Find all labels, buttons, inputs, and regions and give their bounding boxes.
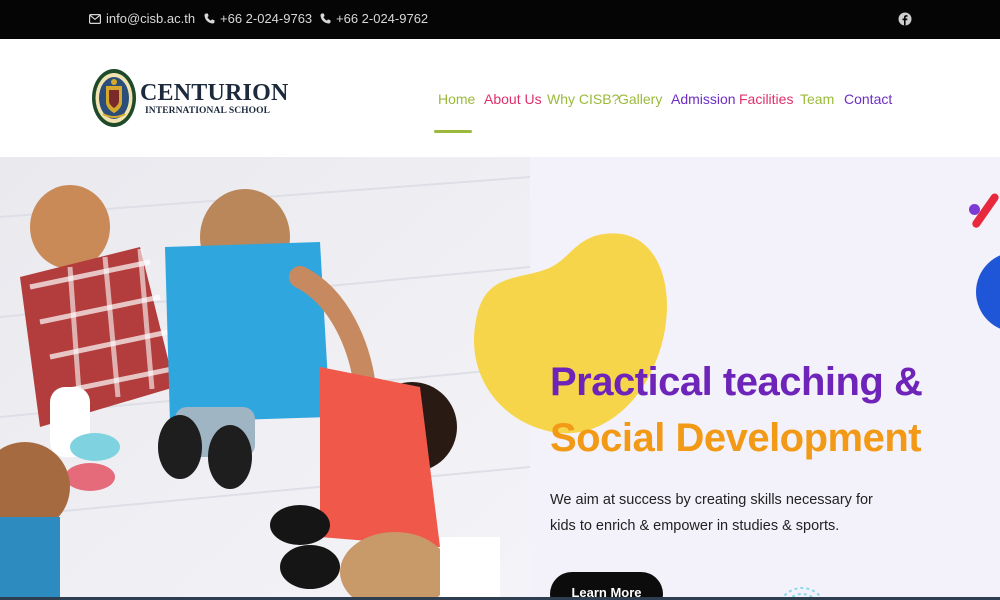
nav-team[interactable]: Team	[800, 91, 834, 107]
email-contact[interactable]: info@cisb.ac.th	[89, 11, 195, 26]
phone-icon	[320, 13, 331, 24]
phone-icon	[204, 13, 215, 24]
envelope-icon	[89, 13, 101, 24]
phone-contact-1[interactable]: +66 2-024-9763	[204, 11, 312, 26]
decorative-blob	[474, 233, 667, 434]
hero-description: We aim at success by creating skills nec…	[550, 492, 873, 534]
phone-text-1[interactable]: +66 2-024-9763	[220, 11, 312, 26]
nav-facilities[interactable]: Facilities	[739, 91, 793, 107]
decorative-half-circle	[976, 252, 1000, 332]
facebook-icon[interactable]	[898, 12, 912, 26]
phone-text-2[interactable]: +66 2-024-9762	[336, 11, 428, 26]
learn-more-button[interactable]: Learn More	[550, 572, 663, 600]
main-nav: Home About Us Why CISB? Gallery Admissio…	[0, 91, 1000, 111]
active-nav-indicator	[434, 130, 472, 133]
nav-gallery[interactable]: Gallery	[618, 91, 662, 107]
hero-children-photo	[0, 157, 530, 600]
nav-contact[interactable]: Contact	[844, 91, 892, 107]
nav-why-cisb[interactable]: Why CISB?	[547, 91, 619, 107]
hero-title-line-2: Social Development	[550, 416, 922, 460]
hero-section: Practical teaching & Social Development …	[0, 157, 1000, 600]
hero-title-line-1: Practical teaching &	[550, 360, 923, 404]
phone-contact-2[interactable]: +66 2-024-9762	[320, 11, 428, 26]
nav-admission[interactable]: Admission	[671, 91, 736, 107]
site-header: CENTURION INTERNATIONAL SCHOOL Home Abou…	[0, 39, 1000, 157]
top-contact-bar: info@cisb.ac.th +66 2-024-9763 +66 2-024…	[0, 0, 1000, 39]
nav-home[interactable]: Home	[438, 91, 475, 107]
nav-about-us[interactable]: About Us	[484, 91, 542, 107]
email-text[interactable]: info@cisb.ac.th	[106, 11, 195, 26]
